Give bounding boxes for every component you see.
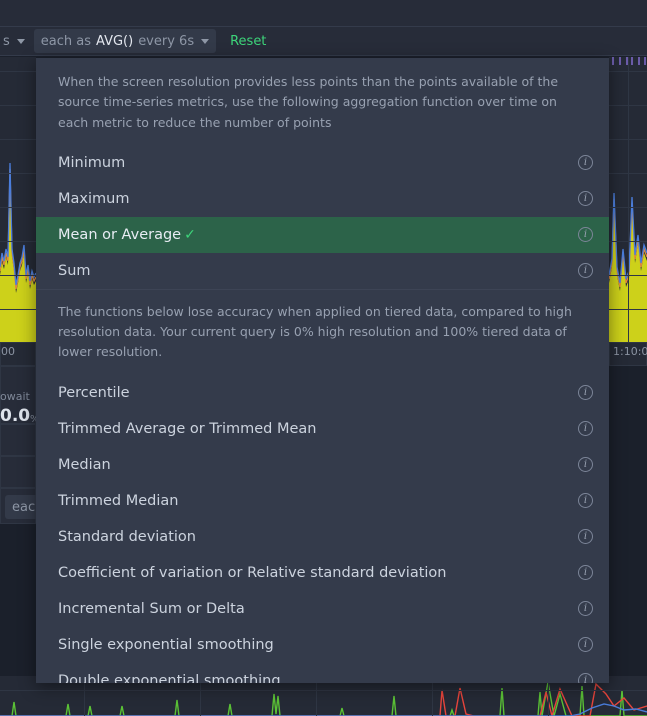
aggregation-function-menu: When the screen resolution provides less…: [36, 58, 609, 683]
menu-option-label: Maximum: [58, 190, 130, 207]
left-row-panel-2: [0, 456, 36, 488]
query-toolbar: s each as AVG() every 6s Reset: [0, 26, 647, 56]
menu-option-percentile[interactable]: Percentile i: [36, 375, 609, 411]
chart-area-series-left: [0, 162, 36, 342]
toolbar-left-chip-label: s: [3, 33, 10, 49]
menu-option-sum[interactable]: Sum i: [36, 253, 609, 289]
menu-intro-note: When the screen resolution provides less…: [58, 74, 559, 130]
chart-cpu-upper-right: [609, 57, 647, 342]
menu-option-label: Standard deviation: [58, 528, 196, 545]
info-icon[interactable]: i: [578, 155, 593, 171]
chevron-down-icon: [201, 38, 210, 44]
menu-option-label: Trimmed Average or Trimmed Mean: [58, 420, 317, 437]
menu-option-label: Trimmed Median: [58, 492, 179, 509]
info-icon[interactable]: i: [578, 385, 593, 400]
menu-option-label: Coefficient of variation or Relative sta…: [58, 564, 447, 581]
axis-tick-right: 1:10:0: [613, 345, 647, 358]
chart-cpu-upper-left: [0, 57, 36, 342]
left-row-panel-1: [0, 424, 36, 456]
menu-option-double-exponential-smoothing[interactable]: Double exponential smoothing i: [36, 663, 609, 684]
menu-option-label: Percentile: [58, 384, 130, 401]
menu-option-standard-deviation[interactable]: Standard deviation i: [36, 519, 609, 555]
menu-option-label: Single exponential smoothing: [58, 636, 274, 653]
menu-option-maximum[interactable]: Maximum i: [36, 181, 609, 217]
menu-option-trimmed-median[interactable]: Trimmed Median i: [36, 483, 609, 519]
menu-option-median[interactable]: Median i: [36, 447, 609, 483]
info-icon[interactable]: i: [578, 673, 593, 683]
check-icon: ✓: [184, 226, 196, 243]
aggregation-chip-suffix: every 6s: [138, 33, 195, 49]
aggregation-chip-prefix: each as: [40, 33, 92, 49]
menu-option-label: Mean or Average: [58, 226, 182, 243]
menu-option-minimum[interactable]: Minimum i: [36, 145, 609, 181]
menu-option-single-exponential-smoothing[interactable]: Single exponential smoothing i: [36, 627, 609, 663]
menu-option-label: Minimum: [58, 154, 126, 171]
info-icon[interactable]: i: [578, 637, 593, 652]
menu-option-incremental-sum-or-delta[interactable]: Incremental Sum or Delta i: [36, 591, 609, 627]
info-icon[interactable]: i: [578, 529, 593, 544]
metric-name: owait: [0, 390, 30, 403]
info-icon[interactable]: i: [578, 191, 593, 207]
metric-value: 0.0: [0, 406, 31, 426]
info-icon[interactable]: i: [578, 421, 593, 436]
top-strip-panel: [0, 0, 647, 27]
menu-secondary-options: Percentile i Trimmed Average or Trimmed Me…: [36, 375, 609, 684]
menu-option-coefficient-of-variation-or-relative-standard-deviation[interactable]: Coefficient of variation or Relative sta…: [36, 555, 609, 591]
toolbar-left-chip[interactable]: s: [0, 29, 32, 53]
menu-option-label: Median: [58, 456, 111, 473]
info-icon[interactable]: i: [578, 227, 593, 243]
info-icon[interactable]: i: [578, 263, 593, 279]
menu-option-label: Incremental Sum or Delta: [58, 600, 245, 617]
menu-option-label: Double exponential smoothing: [58, 672, 281, 684]
axis-tick-left: 00: [1, 345, 15, 358]
info-icon[interactable]: i: [578, 493, 593, 508]
reset-button[interactable]: Reset: [230, 34, 266, 49]
menu-primary-options: Minimum i Maximum i Mean or Average ✓ i Sum i: [36, 145, 609, 289]
aggregation-chip[interactable]: each as AVG() every 6s: [33, 29, 217, 53]
menu-option-trimmed-average-or-trimmed-mean[interactable]: Trimmed Average or Trimmed Mean i: [36, 411, 609, 447]
info-icon[interactable]: i: [578, 457, 593, 472]
menu-option-label: Sum: [58, 262, 91, 279]
aggregation-chip-value: AVG(): [96, 33, 134, 49]
menu-tiered-note: The functions below lose accuracy when a…: [36, 288, 609, 375]
info-icon[interactable]: i: [578, 601, 593, 616]
menu-option-mean-or-average[interactable]: Mean or Average ✓ i: [36, 216, 609, 253]
info-icon[interactable]: i: [578, 565, 593, 580]
chevron-down-icon: [16, 38, 25, 44]
